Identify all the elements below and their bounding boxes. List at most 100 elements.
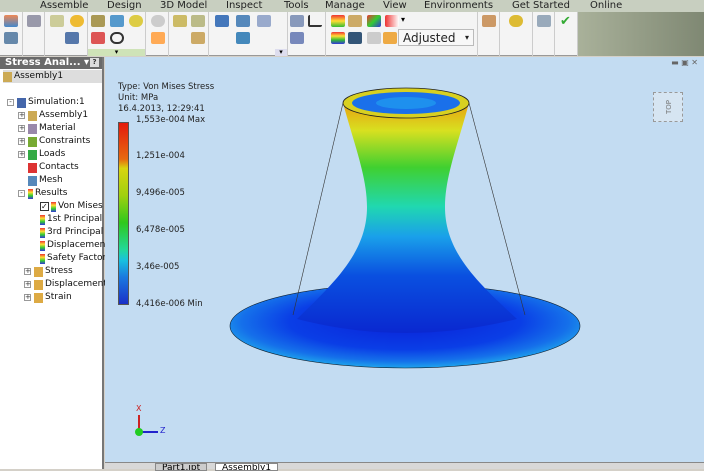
menu-online[interactable]: Online	[590, 0, 622, 12]
tree-node[interactable]: 3rd Principal	[40, 226, 103, 239]
convergence-icon[interactable]	[257, 15, 271, 27]
rotate-load-icon[interactable]	[110, 32, 124, 44]
pressure-icon[interactable]	[110, 15, 124, 27]
displacement-display-dropdown[interactable]: Adjusted ▾	[398, 29, 474, 46]
node-label: Assembly1	[39, 110, 89, 120]
mesh-settings-icon[interactable]	[191, 15, 205, 27]
menu-assemble[interactable]: Assemble	[40, 0, 88, 12]
z-axis-label: Z	[160, 426, 166, 435]
node-label: 3rd Principal	[47, 227, 104, 237]
node-icon	[34, 266, 43, 277]
material-table-icon[interactable]	[4, 32, 18, 44]
menu-bar: Assemble Design 3D Model Inspect Tools M…	[0, 0, 704, 12]
tree-node[interactable]: Stress	[34, 265, 73, 278]
menu-get-started[interactable]: Get Started	[512, 0, 570, 12]
tree-node[interactable]: Strain	[34, 291, 72, 304]
menu-3d-model[interactable]: 3D Model	[160, 0, 207, 12]
animate-icon[interactable]	[236, 32, 250, 44]
expand-toggle[interactable]: +	[18, 125, 25, 132]
edit-icon[interactable]	[367, 32, 381, 44]
tree-node[interactable]: Simulation:1	[17, 96, 85, 109]
color-scale-icon[interactable]	[331, 32, 345, 44]
contours-icon[interactable]	[348, 15, 362, 27]
parametric-table-icon[interactable]	[482, 15, 496, 27]
simulate-icon[interactable]	[215, 15, 229, 27]
settings-icon[interactable]	[537, 15, 551, 27]
menu-tools[interactable]: Tools	[284, 0, 309, 12]
node-label: Material	[39, 123, 76, 133]
node-icon	[40, 227, 45, 238]
expand-toggle[interactable]: -	[7, 99, 14, 106]
frictionless-icon[interactable]	[65, 32, 79, 44]
expander[interactable]: ▾	[275, 49, 287, 56]
node-label: Loads	[39, 149, 66, 159]
node-icon	[34, 279, 43, 290]
gravity-icon[interactable]	[129, 15, 143, 27]
checkbox[interactable]: ✓	[40, 202, 49, 211]
menu-view[interactable]: View	[383, 0, 407, 12]
node-icon	[28, 175, 37, 186]
local-mesh-icon[interactable]	[191, 32, 205, 44]
expand-toggle[interactable]: -	[18, 190, 25, 197]
expand-toggle[interactable]: +	[18, 138, 25, 145]
manual-contact-icon[interactable]	[151, 32, 165, 44]
tree-node[interactable]: Mesh	[28, 174, 63, 187]
help-icon[interactable]: ?	[90, 58, 99, 67]
tab-assembly1[interactable]: Assembly1	[215, 463, 279, 471]
menu-environments[interactable]: Environments	[424, 0, 493, 12]
menu-manage[interactable]: Manage	[325, 0, 365, 12]
expand-toggle[interactable]: +	[24, 281, 31, 288]
guide-icon[interactable]	[509, 15, 523, 27]
tree-node[interactable]: Displacement	[34, 278, 107, 291]
tree-node[interactable]: ✓ Von Mises	[40, 200, 103, 213]
expand-toggle[interactable]: +	[24, 294, 31, 301]
node-icon	[28, 149, 37, 160]
display-mode-icon[interactable]	[383, 32, 397, 44]
node-label: Constraints	[39, 136, 91, 146]
node-label: Results	[35, 188, 68, 198]
expand-toggle[interactable]: +	[24, 268, 31, 275]
moment-icon[interactable]	[91, 32, 105, 44]
boundary-icon[interactable]	[385, 15, 399, 27]
tree-node[interactable]: Contacts	[28, 161, 79, 174]
expand-toggle[interactable]: +	[18, 112, 25, 119]
plot-icon[interactable]	[308, 15, 322, 27]
tree-node[interactable]: Displacement	[40, 239, 109, 252]
node-label: Simulation:1	[28, 97, 85, 107]
assign-icon[interactable]	[27, 15, 41, 27]
tree-node[interactable]: Results	[28, 187, 68, 200]
force-icon[interactable]	[91, 15, 105, 27]
menu-design[interactable]: Design	[107, 0, 142, 12]
node-label: Assembly1	[14, 71, 64, 81]
node-icon	[40, 214, 45, 225]
probe-icon[interactable]	[290, 15, 304, 27]
mesh-view-icon[interactable]	[173, 15, 187, 27]
tree-node[interactable]: Safety Factor	[40, 252, 106, 265]
color-bar-icon[interactable]	[331, 15, 345, 27]
finish-checkmark-icon[interactable]: ✔	[560, 14, 571, 29]
dropdown-arrow-icon[interactable]: ▾	[401, 15, 405, 24]
assembly-icon	[3, 71, 12, 82]
probe-label-icon[interactable]	[290, 32, 304, 44]
menu-inspect[interactable]: Inspect	[226, 0, 262, 12]
x-axis-label: X	[136, 404, 142, 413]
tree-node[interactable]: Loads	[28, 148, 65, 161]
panel-title[interactable]: Stress Anal... ▾?	[0, 57, 102, 69]
simulation-icon[interactable]	[4, 15, 18, 27]
displacement-scale-icon[interactable]	[348, 32, 362, 44]
tree-root-assembly[interactable]: Assembly1	[3, 70, 102, 83]
tab-part1[interactable]: Part1.ipt	[155, 463, 208, 471]
tree-node[interactable]: Constraints	[28, 135, 90, 148]
pin-constraint-icon[interactable]	[70, 15, 84, 27]
constraint-icon[interactable]	[50, 15, 64, 27]
report-icon[interactable]	[236, 15, 250, 27]
shaded-icon[interactable]	[367, 15, 381, 27]
expand-toggle[interactable]: +	[18, 151, 25, 158]
loads-panel-expander[interactable]: ▾	[88, 49, 145, 56]
tree-node[interactable]: Material	[28, 122, 76, 135]
node-icon	[28, 136, 37, 147]
graphics-viewport[interactable]: ▬ ▣ ✕ TOP Type: Von Mises Stress Unit: M…	[105, 57, 704, 462]
neck-surface	[297, 103, 517, 333]
tree-node[interactable]: Assembly1	[28, 109, 88, 122]
tree-node[interactable]: 1st Principal	[40, 213, 102, 226]
